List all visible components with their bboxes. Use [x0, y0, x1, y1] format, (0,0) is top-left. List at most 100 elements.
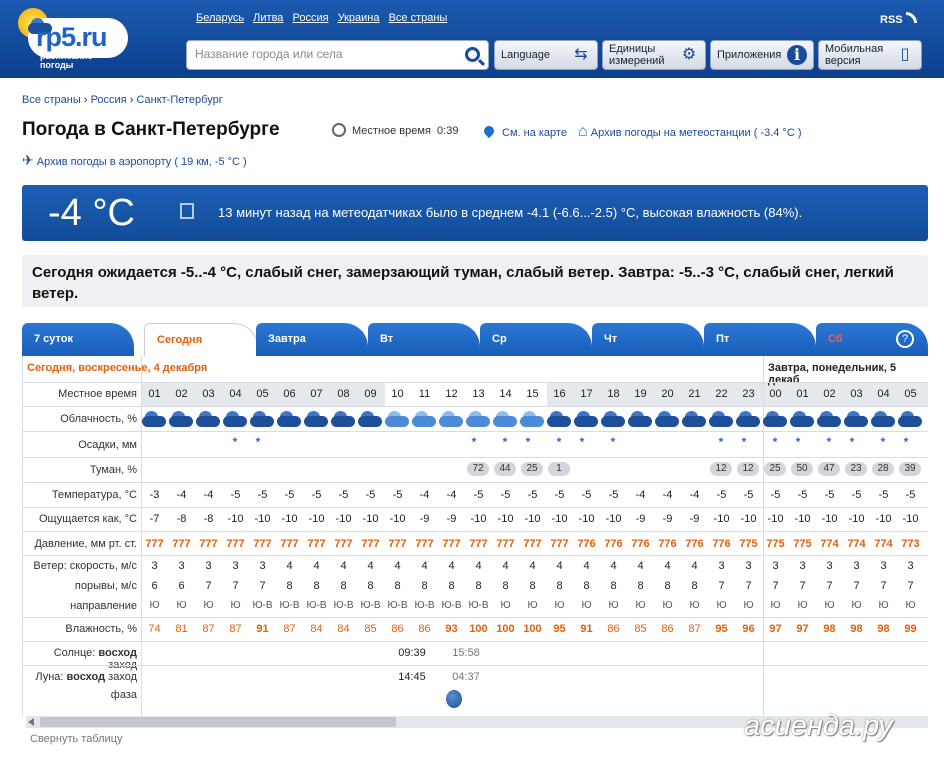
- wind-cell: 3: [772, 560, 779, 572]
- cloud-icon: [547, 411, 571, 427]
- wind-cell: 4: [286, 560, 293, 572]
- gust-cell: 8: [313, 580, 320, 592]
- humidity-cell: 87: [688, 623, 701, 635]
- snow-icon: *: [880, 435, 886, 449]
- gust-cell: 8: [421, 580, 428, 592]
- cloud-icon: [682, 411, 706, 427]
- link-all-countries[interactable]: Все страны: [389, 12, 448, 24]
- cloud-icon: [250, 411, 274, 427]
- link-ukraine[interactable]: Украина: [338, 12, 380, 24]
- feels-cell: -9: [689, 513, 700, 525]
- feels-cell: -7: [149, 513, 160, 525]
- page-title: Погода в Санкт-Петербурге: [22, 119, 280, 140]
- temp-cell: -5: [824, 489, 835, 501]
- pressure-cell: 777: [307, 538, 326, 550]
- tab-friday[interactable]: Пт: [704, 323, 816, 356]
- link-belarus[interactable]: Беларусь: [196, 12, 244, 24]
- breadcrumb-russia[interactable]: Россия: [91, 94, 127, 106]
- search-icon[interactable]: [465, 47, 480, 62]
- units-button[interactable]: Единицы измерений ⚙: [602, 40, 706, 70]
- feels-cell: -10: [470, 513, 487, 525]
- cloud-icon: [709, 411, 733, 427]
- tab-thursday[interactable]: Чт: [592, 323, 704, 356]
- pressure-cell: 776: [604, 538, 623, 550]
- collapse-table-link[interactable]: Свернуть таблицу: [30, 733, 123, 745]
- moonset-time: 04:37: [452, 671, 480, 683]
- fog-value: 44: [494, 462, 516, 476]
- label-sun: Солнце: восход заход: [53, 647, 137, 671]
- tab-wednesday[interactable]: Ср: [480, 323, 592, 356]
- rss-link[interactable]: RSS: [880, 12, 917, 26]
- temp-cell: -5: [500, 489, 511, 501]
- wind-cell: 4: [529, 560, 536, 572]
- help-icon[interactable]: ?: [896, 330, 914, 348]
- map-link[interactable]: См. на карте: [481, 123, 567, 139]
- language-button[interactable]: Language ⇆: [494, 40, 598, 70]
- feels-cell: -10: [713, 513, 730, 525]
- feels-cell: -10: [389, 513, 406, 525]
- gust-cell: 8: [583, 580, 590, 592]
- tab-tuesday[interactable]: Вт: [368, 323, 480, 356]
- day1-label: Сегодня, воскресенье, 4 декабря: [27, 362, 208, 374]
- pressure-cell: 777: [334, 538, 353, 550]
- tab-today[interactable]: Сегодня: [144, 323, 258, 356]
- gust-cell: 8: [448, 580, 455, 592]
- link-lithuania[interactable]: Литва: [253, 12, 283, 24]
- breadcrumb-spb[interactable]: Санкт-Петербург: [136, 94, 222, 106]
- gust-cell: 8: [475, 580, 482, 592]
- temp-cell: -5: [392, 489, 403, 501]
- fog-value: 28: [872, 462, 894, 476]
- fog-value: 72: [467, 462, 489, 476]
- gust-cell: 7: [259, 580, 266, 592]
- cloud-icon: [466, 411, 490, 427]
- wind-cell: 3: [232, 560, 239, 572]
- humidity-cell: 98: [877, 623, 890, 635]
- cloud-icon: [628, 411, 652, 427]
- feels-cell: -10: [578, 513, 595, 525]
- hour-cell: 10: [391, 388, 404, 400]
- gust-cell: 7: [232, 580, 239, 592]
- temp-cell: -4: [419, 489, 430, 501]
- temp-cell: -5: [365, 489, 376, 501]
- feels-cell: -9: [419, 513, 430, 525]
- dir-cell: Ю: [905, 600, 916, 611]
- breadcrumb-all-countries[interactable]: Все страны: [22, 94, 81, 106]
- snow-icon: *: [525, 435, 531, 449]
- pressure-cell: 774: [847, 538, 866, 550]
- hour-cell: 02: [175, 388, 188, 400]
- scroll-left-icon[interactable]: [28, 718, 34, 726]
- link-russia[interactable]: Россия: [292, 12, 328, 24]
- forecast-tabs: 7 суток Сегодня Завтра Вт Ср Чт Пт Сб ?: [22, 323, 928, 356]
- wind-cell: 3: [178, 560, 185, 572]
- cloud-icon: [817, 411, 841, 427]
- label-dir: направление: [70, 600, 137, 612]
- cloud-icon: [223, 411, 247, 427]
- current-weather-box: -4 °C 13 минут назад на метеодатчиках бы…: [22, 185, 928, 241]
- airport-archive[interactable]: ✈ Архив погоды в аэропорту ( 19 км, -5 °…: [22, 152, 247, 169]
- humidity-cell: 84: [310, 623, 323, 635]
- wind-cell: 4: [691, 560, 698, 572]
- label-feels: Ощущается как, °C: [38, 513, 137, 525]
- pressure-cell: 773: [901, 538, 920, 550]
- moonrise-time: 14:45: [398, 671, 426, 683]
- station-archive[interactable]: ⌂ Архив погоды на метеостанции ( -3.4 °C…: [578, 123, 801, 141]
- tab-7-days[interactable]: 7 суток: [22, 323, 134, 356]
- humidity-cell: 87: [229, 623, 242, 635]
- search-input[interactable]: [195, 47, 455, 61]
- hour-cell: 09: [364, 388, 377, 400]
- temp-cell: -5: [581, 489, 592, 501]
- hour-cell: 04: [229, 388, 242, 400]
- feels-cell: -10: [848, 513, 865, 525]
- pressure-cell: 777: [469, 538, 488, 550]
- rp5-logo[interactable]: rp5.ru расписание погоды: [16, 6, 136, 72]
- pressure-cell: 776: [577, 538, 596, 550]
- label-gust: порывы, м/с: [74, 580, 137, 592]
- apps-button[interactable]: Приложения i: [710, 40, 814, 70]
- mobile-version-button[interactable]: Мобильная версия ▯: [818, 40, 922, 70]
- feels-cell: -8: [203, 513, 214, 525]
- label-pressure: Давление, мм рт. ст.: [34, 538, 137, 550]
- scroll-thumb[interactable]: [40, 717, 396, 727]
- hour-cell: 04: [877, 388, 890, 400]
- tab-tomorrow[interactable]: Завтра: [256, 323, 368, 356]
- wind-cell: 3: [151, 560, 158, 572]
